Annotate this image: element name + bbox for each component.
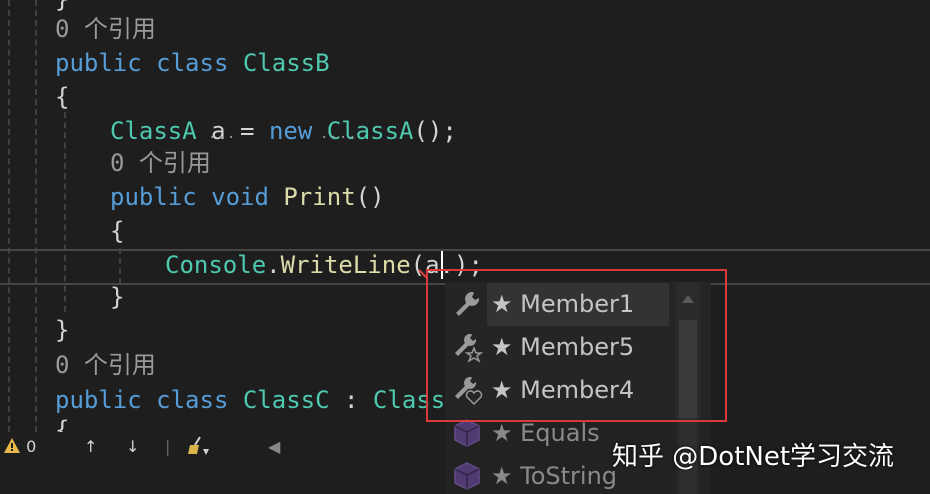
warning-count: 0	[26, 437, 37, 456]
code-line-print: public void Print()	[110, 183, 385, 211]
indent-guide	[35, 0, 37, 432]
method-cube-icon	[454, 462, 480, 490]
highlight-box	[426, 269, 727, 422]
reference-count-lens[interactable]: 0 个引用	[55, 348, 156, 382]
suggestion-dots: ···	[208, 130, 237, 146]
code-line-field: ClassA a = new ClassA();	[110, 117, 457, 145]
next-issue-button[interactable]: ↓	[126, 432, 139, 462]
code-line: }	[110, 283, 125, 311]
watermark: 知乎 @DotNet学习交流	[612, 442, 895, 472]
code-cleanup-button[interactable]	[186, 432, 210, 462]
code-line: {	[110, 217, 125, 245]
suggestion-dots: ····	[320, 130, 358, 146]
indent-guide	[8, 0, 10, 432]
scroll-left-button[interactable]: ◀	[268, 432, 280, 462]
code-line: }	[55, 316, 70, 344]
code-line-class-b: public class ClassB	[55, 49, 330, 77]
reference-count-lens[interactable]: 0 个引用	[110, 146, 211, 180]
code-line-class-c: public class ClassC : ClassA	[55, 386, 460, 414]
warning-indicator[interactable]: 0	[3, 432, 36, 462]
code-line: {	[55, 83, 70, 111]
reference-count-lens[interactable]: 0 个引用	[55, 12, 156, 46]
warning-icon	[4, 438, 20, 453]
code-line: {	[55, 416, 70, 432]
previous-issue-button[interactable]: ↑	[84, 432, 97, 462]
broom-icon	[188, 436, 209, 455]
separator: |	[165, 437, 171, 456]
